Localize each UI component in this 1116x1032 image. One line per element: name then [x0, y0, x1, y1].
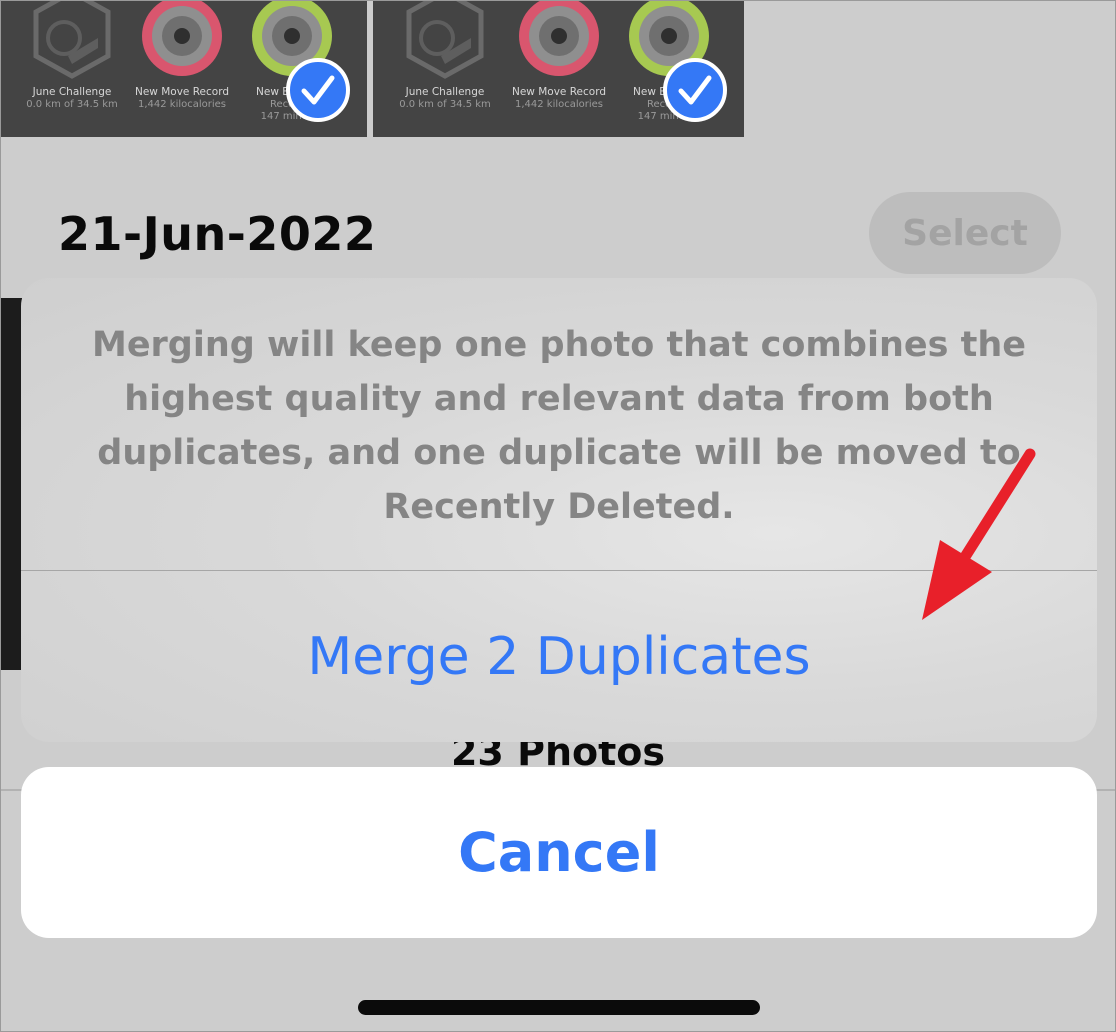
photo-thumbnail[interactable]: June Challenge 0.0 km of 34.5 km New Mov… — [373, 0, 744, 137]
move-ring-icon — [142, 0, 222, 76]
cancel-button[interactable]: Cancel — [21, 767, 1097, 938]
award-detail: 1,442 kilocalories — [137, 99, 227, 110]
photo-thumbnail[interactable]: June Challenge 0.0 km of 34.5 km New Mov… — [0, 0, 367, 137]
select-button[interactable]: Select — [869, 192, 1061, 274]
group-date-title: 21-Jun-2022 — [58, 207, 377, 261]
annotation-arrow-icon — [922, 448, 1036, 620]
award-detail: 0.0 km of 34.5 km — [26, 99, 118, 110]
partial-thumbnail — [0, 298, 22, 670]
award-detail: 0.0 km of 34.5 km — [399, 99, 491, 110]
move-ring-icon — [519, 0, 599, 76]
award-new-move-record: New Move Record 1,442 kilocalories — [499, 0, 619, 137]
checkmark-icon[interactable] — [663, 58, 727, 122]
hexagon-badge-icon — [406, 0, 484, 79]
award-detail: 1,442 kilocalories — [514, 99, 604, 110]
action-sheet-message: Merging will keep one photo that combine… — [91, 325, 1026, 527]
award-name: June Challenge — [405, 86, 485, 98]
checkmark-icon[interactable] — [286, 58, 350, 122]
award-june-challenge: June Challenge 0.0 km of 34.5 km — [12, 0, 132, 137]
award-name: June Challenge — [32, 86, 112, 98]
hexagon-badge-icon — [33, 0, 111, 79]
award-name: New Move Record — [511, 86, 606, 98]
home-indicator[interactable] — [358, 1000, 760, 1015]
award-june-challenge: June Challenge 0.0 km of 34.5 km — [385, 0, 505, 137]
award-name: New Move Record — [134, 86, 229, 98]
award-new-move-record: New Move Record 1,442 kilocalories — [122, 0, 242, 137]
